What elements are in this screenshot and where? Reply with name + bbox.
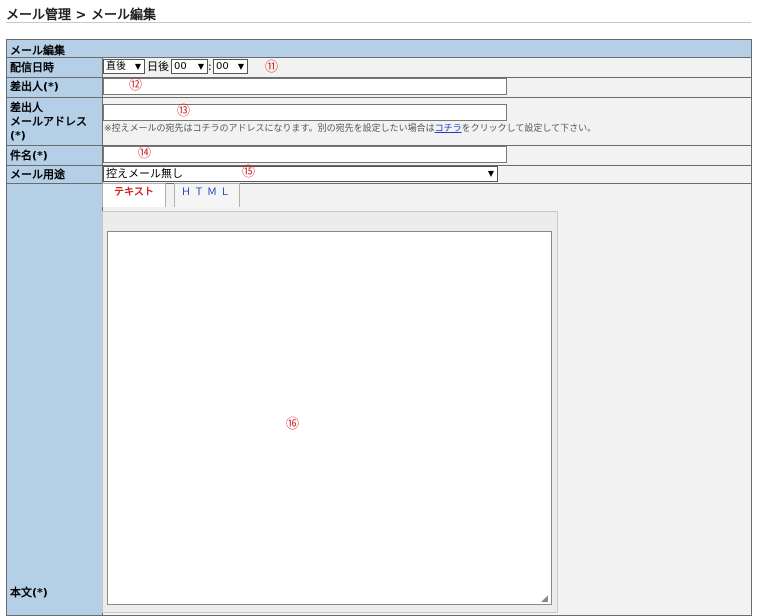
resize-grip-icon[interactable]: ◢: [541, 594, 548, 604]
subject-label: 件名(*): [10, 149, 48, 162]
annotation-marker-12: ⑫: [129, 78, 143, 93]
form-header: メール編集: [7, 40, 751, 58]
row-divider: [7, 97, 751, 98]
sender-label: 差出人(*): [10, 80, 59, 93]
subject-input[interactable]: [103, 146, 507, 163]
timing-select-value: 直後: [106, 61, 126, 72]
hour-select[interactable]: 00 ▼: [171, 59, 208, 74]
usage-select[interactable]: 控えメール無し ▼: [103, 166, 498, 182]
sender-email-input[interactable]: [103, 104, 507, 121]
send-time-label: 配信日時: [10, 61, 54, 74]
page-title: メール管理 > メール編集: [6, 8, 156, 23]
usage-label: メール用途: [10, 168, 65, 181]
chevron-down-icon: ▼: [134, 62, 141, 71]
annotation-marker-14: ⑭: [138, 146, 152, 161]
chevron-down-icon: ▼: [197, 62, 204, 71]
time-colon: :: [208, 60, 212, 73]
form-section-title: メール編集: [10, 44, 65, 57]
minute-select-value: 00: [216, 61, 229, 72]
annotation-marker-11: ⑪: [265, 60, 279, 75]
body-textarea[interactable]: [107, 231, 552, 605]
days-after-label: 日後: [147, 60, 169, 73]
body-label: 本文(*): [10, 586, 48, 599]
sender-email-label-line3: (*): [10, 129, 26, 142]
tab-html[interactable]: ＨＴＭＬ: [174, 183, 240, 207]
note-text-suffix: をクリックして設定して下さい。: [461, 124, 597, 134]
note-text-prefix: ※控えメールの宛先はコチラのアドレスになります。別の宛先を設定したい場合は: [104, 124, 435, 134]
chevron-down-icon: ▼: [487, 169, 494, 178]
timing-select[interactable]: 直後 ▼: [103, 59, 145, 74]
minute-select[interactable]: 00 ▼: [213, 59, 248, 74]
sender-email-note: ※控えメールの宛先はコチラのアドレスになります。別の宛先を設定したい場合はコチラ…: [104, 123, 596, 135]
sender-name-input[interactable]: [103, 78, 507, 95]
hour-select-value: 00: [174, 61, 187, 72]
note-link[interactable]: コチラ: [435, 124, 462, 134]
sender-email-label-line2: メールアドレス: [10, 115, 87, 128]
annotation-marker-13: ⑬: [177, 104, 191, 119]
sender-email-label-line1: 差出人: [10, 101, 43, 114]
title-divider: [6, 22, 751, 23]
annotation-marker-16: ⑯: [286, 417, 300, 432]
chevron-down-icon: ▼: [237, 62, 244, 71]
annotation-marker-15: ⑮: [242, 165, 256, 180]
usage-select-value: 控えメール無し: [106, 167, 183, 180]
tab-text[interactable]: テキスト: [102, 183, 166, 207]
